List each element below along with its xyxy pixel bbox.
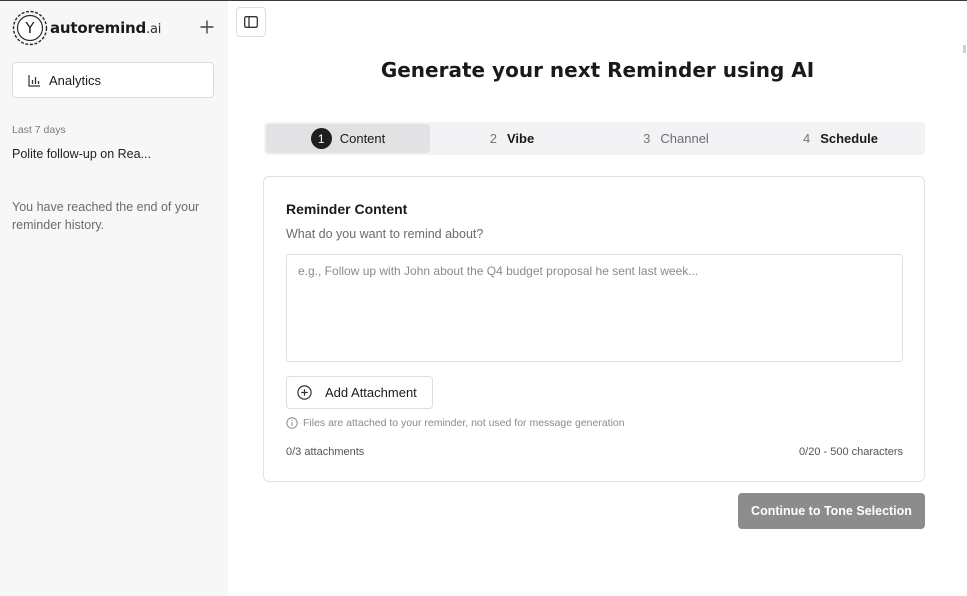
- step-number: 4: [802, 131, 811, 146]
- brand-name-main: autoremind: [50, 19, 147, 37]
- step-number: 2: [489, 131, 497, 146]
- sidebar-toggle-button[interactable]: [236, 7, 266, 37]
- card-subtitle: What do you want to remind about?: [286, 227, 484, 241]
- reminder-content-input[interactable]: [286, 254, 903, 362]
- history-end-note: You have reached the end of your reminde…: [12, 200, 200, 232]
- brand-suffix: .ai: [146, 22, 162, 37]
- scrollbar-thumb[interactable]: [963, 45, 966, 53]
- attachments-count: 0/3 attachments: [286, 446, 365, 458]
- page-title: Generate your next Reminder using AI: [380, 58, 815, 82]
- add-attachment-label: Add Attachment: [325, 385, 417, 400]
- step-number: 1: [310, 128, 332, 149]
- attachment-hint: Files are attached to your reminder, not…: [286, 417, 625, 429]
- logo-letter: Y: [25, 19, 35, 37]
- character-count: 0/20 - 500 characters: [799, 446, 903, 458]
- history-item[interactable]: Polite follow-up on Rea...: [12, 147, 217, 161]
- plus-circle-icon: [297, 385, 312, 400]
- plus-icon: [200, 20, 214, 34]
- reminder-content-card: Reminder Content What do you want to rem…: [263, 176, 925, 482]
- step-label: Content: [339, 131, 386, 146]
- add-attachment-button[interactable]: Add Attachment: [286, 376, 433, 409]
- step-progress: 1 Content 2 Vibe 3 Channel 4 Schedule: [264, 122, 925, 155]
- step-content[interactable]: 1 Content: [266, 124, 430, 153]
- continue-to-tone-button[interactable]: Continue to Tone Selection: [738, 493, 925, 529]
- step-label: Channel: [660, 131, 709, 146]
- brand-logo[interactable]: Y autoremind.ai: [12, 10, 161, 46]
- logo-badge-icon: Y: [12, 10, 48, 46]
- step-schedule[interactable]: 4 Schedule: [758, 124, 923, 153]
- sidebar-toggle-icon: [244, 16, 258, 28]
- info-icon: [286, 417, 298, 429]
- bar-chart-icon: [28, 74, 40, 87]
- sidebar: Y autoremind.ai Analytics Last 7 days Po…: [0, 1, 228, 596]
- analytics-button[interactable]: Analytics: [12, 62, 214, 98]
- card-title: Reminder Content: [286, 201, 408, 217]
- step-label: Vibe: [507, 131, 535, 146]
- new-reminder-button[interactable]: [196, 16, 218, 38]
- step-label: Schedule: [820, 131, 879, 146]
- brand-name: autoremind.ai: [50, 19, 161, 37]
- hint-text: Files are attached to your reminder, not…: [303, 417, 625, 429]
- step-channel[interactable]: 3 Channel: [594, 124, 758, 153]
- history-section-label: Last 7 days: [12, 124, 66, 136]
- analytics-label: Analytics: [49, 72, 102, 88]
- step-number: 3: [643, 131, 651, 146]
- step-vibe[interactable]: 2 Vibe: [430, 124, 594, 153]
